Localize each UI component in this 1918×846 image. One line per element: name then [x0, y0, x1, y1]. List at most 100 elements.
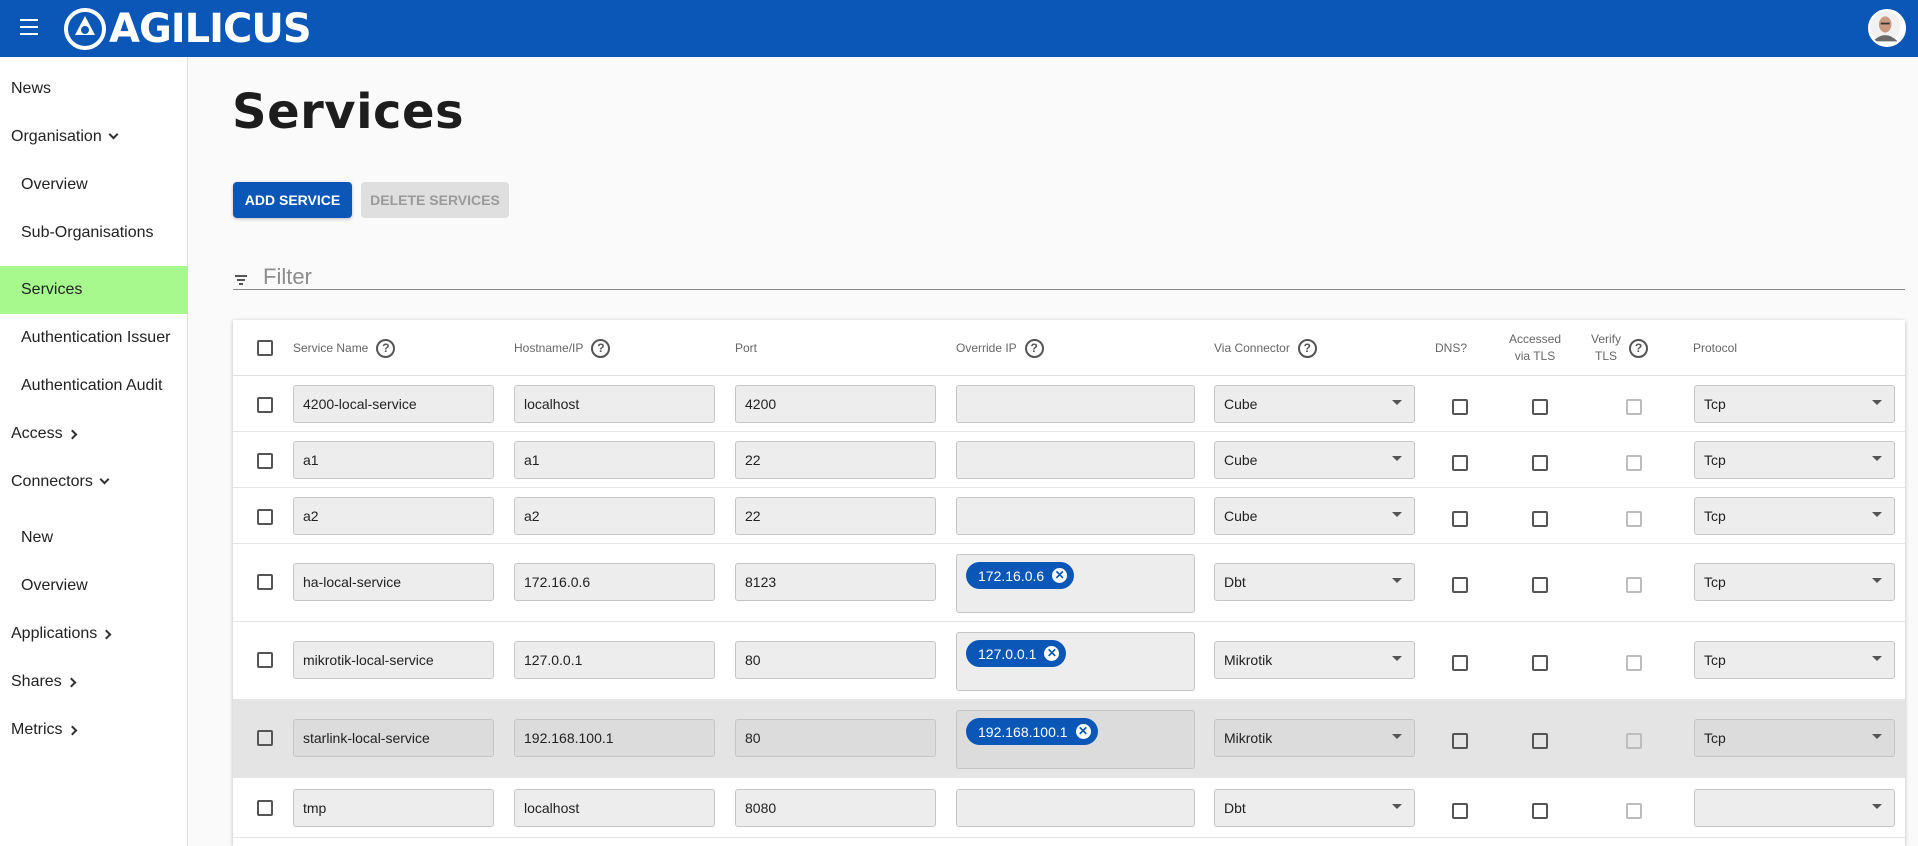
- override-ip-chip[interactable]: 192.168.100.1 ✕: [966, 718, 1098, 745]
- sidebar-item-access[interactable]: Access: [0, 410, 188, 458]
- service-name-input[interactable]: ha-local-service: [293, 563, 494, 601]
- remove-chip-icon[interactable]: ✕: [1075, 724, 1091, 739]
- row-checkbox[interactable]: [257, 730, 273, 746]
- dns-checkbox[interactable]: [1452, 803, 1468, 819]
- protocol-select[interactable]: Tcp: [1694, 719, 1895, 757]
- service-name-input[interactable]: a1: [293, 441, 494, 479]
- accessed-via-tls-checkbox[interactable]: [1532, 803, 1548, 819]
- service-name-input[interactable]: starlink-local-service: [293, 719, 494, 757]
- add-service-button[interactable]: ADD SERVICE: [233, 182, 352, 218]
- via-connector-select[interactable]: Dbt: [1214, 563, 1415, 601]
- agilicus-logo[interactable]: AGILICUS: [63, 6, 312, 52]
- service-name-input[interactable]: 4200-local-service: [293, 385, 494, 423]
- sidebar-item-authentication-audit[interactable]: Authentication Audit: [0, 362, 188, 410]
- sidebar-item-label: Sub-Organisations: [21, 224, 154, 241]
- via-connector-select[interactable]: Mikrotik: [1214, 641, 1415, 679]
- help-icon[interactable]: ?: [591, 338, 611, 358]
- accessed-via-tls-checkbox[interactable]: [1532, 511, 1548, 527]
- remove-chip-icon[interactable]: ✕: [1044, 646, 1060, 661]
- delete-services-button[interactable]: DELETE SERVICES: [361, 182, 509, 218]
- dns-checkbox[interactable]: [1452, 733, 1468, 749]
- hostname-input[interactable]: 127.0.0.1: [514, 641, 715, 679]
- port-input[interactable]: 22: [735, 497, 936, 535]
- sidebar-item-metrics[interactable]: Metrics: [0, 706, 188, 754]
- hostname-input[interactable]: a1: [514, 441, 715, 479]
- port-input[interactable]: 4200: [735, 385, 936, 423]
- row-checkbox[interactable]: [257, 800, 273, 816]
- sidebar-item-sub-organisations[interactable]: Sub-Organisations: [0, 209, 188, 257]
- sidebar-item-applications[interactable]: Applications: [0, 610, 188, 658]
- help-icon[interactable]: ?: [1297, 338, 1317, 358]
- override-ip-input[interactable]: 172.16.0.6 ✕: [956, 554, 1195, 613]
- override-ip-chip[interactable]: 127.0.0.1 ✕: [966, 640, 1067, 667]
- accessed-via-tls-checkbox[interactable]: [1532, 455, 1548, 471]
- row-checkbox[interactable]: [257, 509, 273, 525]
- remove-chip-icon[interactable]: ✕: [1052, 568, 1068, 583]
- protocol-select[interactable]: Tcp: [1694, 441, 1895, 479]
- hostname-input[interactable]: localhost: [514, 385, 715, 423]
- accessed-via-tls-checkbox[interactable]: [1532, 399, 1548, 415]
- filter-input[interactable]: [263, 265, 1863, 289]
- override-ip-input[interactable]: [956, 385, 1195, 423]
- help-icon[interactable]: ?: [1629, 338, 1649, 358]
- accessed-via-tls-checkbox[interactable]: [1532, 733, 1548, 749]
- dns-checkbox[interactable]: [1452, 455, 1468, 471]
- sidebar-item-overview[interactable]: Overview: [0, 161, 188, 209]
- accessed-via-tls-checkbox[interactable]: [1532, 655, 1548, 671]
- row-checkbox[interactable]: [257, 574, 273, 590]
- via-connector-select[interactable]: Cube: [1214, 497, 1415, 535]
- dns-checkbox[interactable]: [1452, 399, 1468, 415]
- sidebar-item-label: Authentication Issuer: [21, 329, 171, 346]
- sidebar-item-authentication-issuer[interactable]: Authentication Issuer: [0, 314, 188, 362]
- override-ip-input[interactable]: 127.0.0.1 ✕: [956, 632, 1195, 691]
- override-ip-input[interactable]: [956, 441, 1195, 479]
- menu-icon[interactable]: [20, 19, 42, 37]
- sidebar-item-connectors-new[interactable]: New: [0, 514, 188, 562]
- via-connector-select[interactable]: Cube: [1214, 385, 1415, 423]
- help-icon[interactable]: ?: [376, 338, 396, 358]
- protocol-select[interactable]: Tcp: [1694, 385, 1895, 423]
- via-connector-select[interactable]: Dbt: [1214, 789, 1415, 827]
- port-input[interactable]: 8080: [735, 789, 936, 827]
- brand-name: AGILICUS: [109, 6, 312, 52]
- hostname-input[interactable]: localhost: [514, 789, 715, 827]
- user-avatar[interactable]: [1868, 9, 1906, 47]
- override-ip-chip[interactable]: 172.16.0.6 ✕: [966, 562, 1075, 589]
- protocol-select[interactable]: Tcp: [1694, 641, 1895, 679]
- via-connector-select[interactable]: Cube: [1214, 441, 1415, 479]
- sidebar-item-organisation[interactable]: Organisation: [0, 113, 188, 161]
- override-ip-input[interactable]: [956, 789, 1195, 827]
- hostname-input[interactable]: 172.16.0.6: [514, 563, 715, 601]
- select-all-checkbox[interactable]: [257, 340, 273, 356]
- help-icon[interactable]: ?: [1024, 338, 1044, 358]
- override-ip-input[interactable]: [956, 497, 1195, 535]
- sidebar-item-label: New: [21, 529, 54, 546]
- port-input[interactable]: 80: [735, 719, 936, 757]
- row-checkbox[interactable]: [257, 453, 273, 469]
- sidebar-item-services[interactable]: Services: [0, 266, 188, 314]
- protocol-select[interactable]: Tcp: [1694, 563, 1895, 601]
- protocol-select[interactable]: Tcp: [1694, 497, 1895, 535]
- override-ip-input[interactable]: 192.168.100.1 ✕: [956, 710, 1195, 769]
- sidebar-item-connectors[interactable]: Connectors: [0, 458, 188, 506]
- port-input[interactable]: 22: [735, 441, 936, 479]
- service-name-input[interactable]: tmp: [293, 789, 494, 827]
- sidebar-item-news[interactable]: News: [0, 65, 188, 113]
- hostname-input[interactable]: 192.168.100.1: [514, 719, 715, 757]
- row-checkbox[interactable]: [257, 652, 273, 668]
- dns-checkbox[interactable]: [1452, 655, 1468, 671]
- dns-checkbox[interactable]: [1452, 577, 1468, 593]
- row-checkbox[interactable]: [257, 397, 273, 413]
- service-name-input[interactable]: mikrotik-local-service: [293, 641, 494, 679]
- protocol-select[interactable]: [1694, 789, 1895, 827]
- hostname-input[interactable]: a2: [514, 497, 715, 535]
- verify-tls-checkbox: [1626, 511, 1642, 527]
- accessed-via-tls-checkbox[interactable]: [1532, 577, 1548, 593]
- port-input[interactable]: 80: [735, 641, 936, 679]
- service-name-input[interactable]: a2: [293, 497, 494, 535]
- port-input[interactable]: 8123: [735, 563, 936, 601]
- sidebar-item-connectors-overview[interactable]: Overview: [0, 562, 188, 610]
- dns-checkbox[interactable]: [1452, 511, 1468, 527]
- sidebar-item-shares[interactable]: Shares: [0, 658, 188, 706]
- via-connector-select[interactable]: Mikrotik: [1214, 719, 1415, 757]
